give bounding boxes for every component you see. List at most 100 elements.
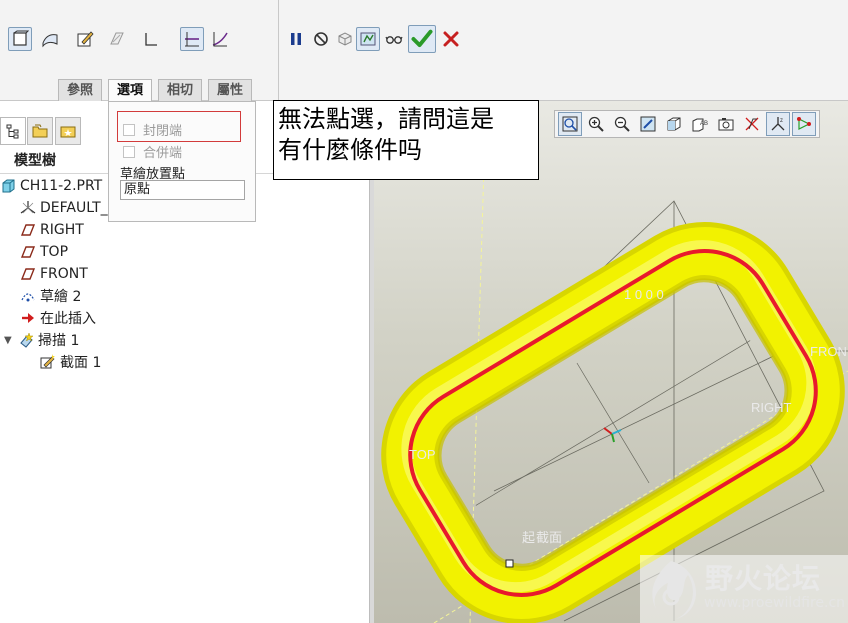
- point-display-button[interactable]: [792, 112, 816, 136]
- verify-mode-icon: [360, 32, 376, 46]
- datum-plane-icon: [20, 244, 36, 260]
- tree-item-front-plane[interactable]: FRONT: [20, 264, 88, 284]
- view-toolbar: AB z: [554, 110, 820, 138]
- tree-item-label: CH11-2.PRT: [20, 178, 103, 194]
- glasses-icon: [385, 36, 403, 44]
- model-tree-icon: [6, 124, 19, 139]
- csys-marker: [603, 427, 622, 443]
- question-annotation: 無法點選，請問這是 有什麼條件吗: [273, 100, 539, 180]
- watermark: 野火论坛 www.proewildfire.cn: [640, 555, 848, 623]
- tab-references[interactable]: 參照: [58, 79, 103, 101]
- tab-options[interactable]: 選項: [108, 79, 153, 102]
- tree-item-label: DEFAULT_: [40, 200, 108, 216]
- tab-properties[interactable]: 屬性: [208, 79, 253, 101]
- shading-icon: [667, 117, 681, 131]
- preview-geometry-button[interactable]: [333, 27, 357, 51]
- checkmark-icon: [411, 29, 433, 48]
- watermark-url: www.proewildfire.cn: [704, 595, 846, 611]
- insert-arrow-icon: [20, 310, 36, 326]
- datum-plane-icon: [20, 266, 36, 282]
- camera-icon: [718, 118, 734, 131]
- refit-icon: [562, 116, 578, 132]
- datum-display-icon: [745, 117, 759, 131]
- remove-material-icon: [110, 32, 124, 45]
- tree-item-label: TOP: [40, 244, 69, 260]
- point-display-icon: [797, 117, 811, 130]
- repaint-button[interactable]: [636, 112, 660, 136]
- zoom-out-button[interactable]: [610, 112, 634, 136]
- favorites-icon: [60, 126, 76, 138]
- no-preview-button[interactable]: [309, 27, 333, 51]
- csys-display-button[interactable]: z: [766, 112, 790, 136]
- csys-icon: [20, 200, 36, 216]
- closed-ends-option[interactable]: 封閉端: [123, 120, 182, 139]
- svg-text:AB: AB: [700, 121, 708, 127]
- remove-material-button[interactable]: [105, 27, 129, 51]
- tree-item-label: 在此插入: [40, 311, 96, 327]
- merge-ends-option[interactable]: 合併端: [123, 142, 182, 161]
- tree-item-top-plane[interactable]: TOP: [20, 242, 68, 262]
- geometry-preview-icon: [338, 32, 352, 46]
- watermark-logo-icon: [652, 561, 697, 619]
- view-manager-button[interactable]: [714, 112, 738, 136]
- merge-ends-label: 合併端: [143, 146, 183, 161]
- tree-item-label: FRONT: [40, 266, 88, 282]
- verify-mode-button[interactable]: [356, 27, 380, 51]
- shading-button[interactable]: [662, 112, 686, 136]
- zoom-in-icon: [588, 116, 604, 132]
- tree-item-label: RIGHT: [40, 222, 84, 238]
- saved-views-button[interactable]: AB: [688, 112, 712, 136]
- close-icon: [443, 31, 459, 47]
- tree-item-default-csys[interactable]: DEFAULT_: [20, 198, 108, 218]
- csys-display-icon: z: [771, 117, 785, 131]
- tab-tangency[interactable]: 相切: [158, 79, 203, 101]
- tree-item-right-plane[interactable]: RIGHT: [20, 220, 84, 240]
- saved-views-icon: AB: [692, 118, 708, 132]
- tab-folder-browser[interactable]: [27, 117, 53, 145]
- variable-section-button[interactable]: [208, 27, 232, 51]
- pause-button[interactable]: [284, 27, 308, 51]
- tree-item-label: 草繪 2: [40, 289, 82, 305]
- tab-model-tree[interactable]: [0, 117, 26, 145]
- datum-display-button[interactable]: [740, 112, 764, 136]
- merge-ends-checkbox[interactable]: [123, 145, 135, 158]
- refit-button[interactable]: [558, 112, 582, 136]
- sketch-section-button[interactable]: [73, 27, 97, 51]
- zoom-in-button[interactable]: [584, 112, 608, 136]
- right-plane-label: RIGHT: [751, 400, 792, 415]
- top-plane-label: TOP: [409, 447, 436, 462]
- constant-section-button[interactable]: [180, 27, 204, 51]
- tree-item-section[interactable]: 截面 1: [40, 352, 101, 372]
- sketch-icon: [20, 288, 36, 304]
- tree-item-sketch[interactable]: 草繪 2: [20, 286, 81, 306]
- glasses-preview-button[interactable]: [382, 27, 406, 51]
- zoom-out-icon: [614, 116, 630, 132]
- pause-icon: [291, 33, 301, 45]
- sweep-icon: [18, 332, 34, 348]
- tab-favorites[interactable]: [55, 117, 81, 145]
- front-plane-label: FRON: [810, 344, 847, 359]
- sketch-edit-icon: [77, 31, 94, 47]
- tree-item-sweep[interactable]: ▼ 掃描 1: [4, 330, 79, 350]
- tree-item-label: 掃描 1: [38, 333, 80, 349]
- watermark-title: 野火论坛: [705, 562, 822, 595]
- folder-icon: [32, 124, 48, 138]
- surface-button[interactable]: [38, 27, 62, 51]
- thicken-button[interactable]: [139, 27, 163, 51]
- surface-icon: [42, 34, 58, 48]
- cancel-button[interactable]: [439, 27, 463, 51]
- tree-item-part[interactable]: CH11-2.PRT: [0, 176, 102, 196]
- section-icon: [40, 354, 56, 370]
- closed-ends-checkbox[interactable]: [123, 123, 135, 136]
- start-point-marker[interactable]: [505, 559, 514, 568]
- variable-section-icon: [212, 32, 228, 47]
- solid-button[interactable]: [8, 27, 32, 51]
- tree-item-insert-here[interactable]: 在此插入: [20, 308, 96, 328]
- placement-select[interactable]: 原點: [120, 180, 245, 200]
- collapse-arrow-icon[interactable]: ▼: [4, 335, 14, 346]
- constant-section-icon: [185, 32, 199, 47]
- apply-button[interactable]: [408, 25, 436, 53]
- annotation-line: 有什麼條件吗: [278, 136, 422, 164]
- sweep-dashboard: 參照 選項 相切 屬性: [0, 0, 848, 102]
- no-preview-icon: [314, 32, 328, 46]
